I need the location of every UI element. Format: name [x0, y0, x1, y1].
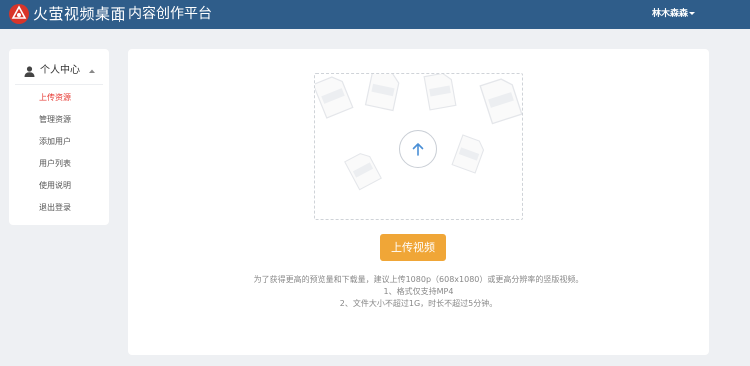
chevron-up-icon: [89, 69, 95, 73]
upload-tip-format: 1、格式仅支持MP4: [383, 287, 454, 296]
sidebar-section-personal-center[interactable]: 个人中心: [9, 61, 109, 83]
user-menu[interactable]: 林木森森: [652, 9, 696, 20]
upload-video-button[interactable]: 上传视频: [380, 234, 446, 261]
main-panel: 上传视频 为了获得更高的预览量和下载量，建议上传1080p（608x1080）或…: [128, 49, 709, 355]
top-bar: 火萤视频桌面 内容创作平台 林木森森: [0, 0, 750, 29]
sidebar-divider: [15, 84, 103, 85]
user-name: 林木森森: [652, 9, 689, 19]
sidebar-item-manage-resources[interactable]: 管理资源: [39, 115, 71, 125]
platform-subtitle: 内容创作平台: [128, 6, 212, 22]
mp4-file-icon: [423, 74, 457, 111]
arrow-up-icon: [412, 143, 424, 156]
logo-icon: [9, 4, 29, 24]
upload-dropzone[interactable]: [314, 73, 523, 220]
sidebar-item-add-user[interactable]: 添加用户: [39, 137, 71, 147]
upload-tip-size: 2、文件大小不超过1G，时长不超过5分钟。: [339, 299, 498, 308]
person-icon: [24, 66, 35, 77]
upload-tip-resolution: 为了获得更高的预览量和下载量，建议上传1080p（608x1080）或更高分辨率…: [253, 275, 584, 284]
mp4-file-icon: [479, 78, 522, 125]
sidebar-item-upload-resources[interactable]: 上传资源: [39, 93, 71, 103]
caret-down-icon: [689, 12, 696, 15]
sidebar-section-label: 个人中心: [40, 65, 80, 76]
sidebar-item-logout[interactable]: 退出登录: [39, 203, 71, 213]
header-divider: [119, 7, 120, 22]
sidebar-item-user-list[interactable]: 用户列表: [39, 159, 71, 169]
brand-name: 火萤视频桌面: [33, 5, 127, 23]
mp4-file-icon: [344, 153, 382, 191]
sidebar-item-instructions[interactable]: 使用说明: [39, 181, 71, 191]
sidebar: 个人中心 上传资源 管理资源 添加用户 用户列表 使用说明 退出登录: [9, 49, 109, 225]
mp4-file-icon: [315, 76, 354, 119]
upload-arrow-button[interactable]: [399, 130, 437, 168]
mp4-file-icon: [364, 74, 400, 112]
mp4-file-icon: [451, 134, 485, 174]
